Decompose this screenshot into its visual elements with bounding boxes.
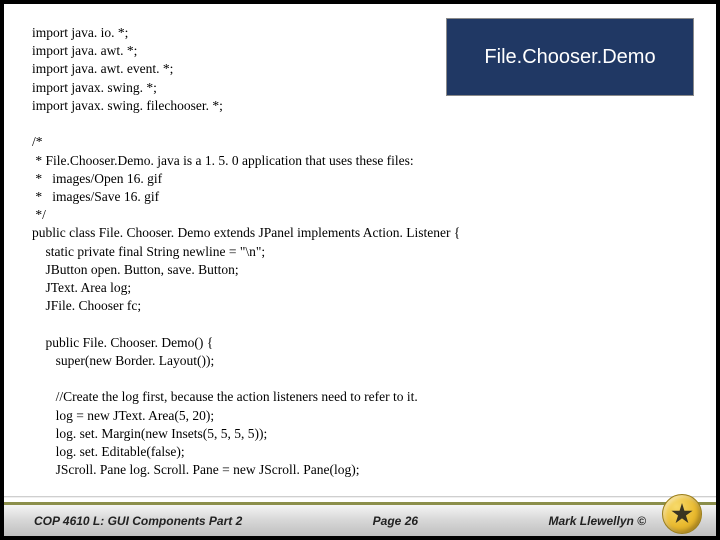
slide: File.Chooser.Demo import java. io. *; im… (4, 4, 716, 536)
ucf-logo-icon (662, 494, 702, 534)
footer-page: Page 26 (373, 514, 418, 528)
footer-separator (4, 496, 716, 498)
slide-title: File.Chooser.Demo (484, 46, 655, 69)
footer-left: COP 4610 L: GUI Components Part 2 (34, 514, 242, 528)
title-box: File.Chooser.Demo (446, 18, 694, 96)
footer: COP 4610 L: GUI Components Part 2 Page 2… (4, 496, 716, 536)
footer-author: Mark Llewellyn © (548, 514, 646, 528)
pegasus-icon (671, 503, 693, 525)
slide-content: File.Chooser.Demo import java. io. *; im… (4, 4, 716, 496)
footer-bar: COP 4610 L: GUI Components Part 2 Page 2… (4, 502, 716, 536)
